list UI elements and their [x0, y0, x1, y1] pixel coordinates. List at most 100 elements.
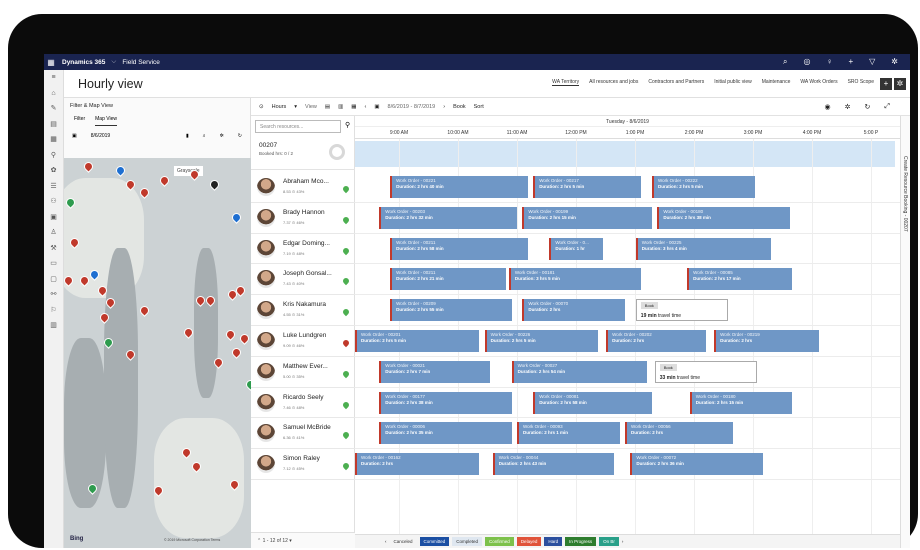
- tab-initial-public-view[interactable]: Initial public view: [714, 79, 752, 86]
- work-order-booking[interactable]: Work Order - 00217 Duration: 2 hrs 5 min: [533, 176, 642, 198]
- timeline-row[interactable]: Work Order - 00006 Duration: 2 hrs 35 min…: [355, 418, 900, 450]
- sort-button[interactable]: Sort: [474, 104, 484, 110]
- schedule-icon[interactable]: ▦: [44, 132, 63, 148]
- timeline-row[interactable]: Work Order - 00201 Duration: 2 hrs 5 min W…: [355, 326, 900, 357]
- resource-row[interactable]: Joseph Gonsal... 7.43 ⊙ 40%: [251, 264, 355, 296]
- map-pin-icon[interactable]: [82, 160, 95, 173]
- resource-row[interactable]: Matthew Ever... 5.00 ⊙ 35%: [251, 357, 355, 388]
- settings-button[interactable]: ✲: [894, 78, 906, 90]
- add-tab-button[interactable]: +: [880, 78, 892, 90]
- people-icon[interactable]: ⚇: [44, 194, 63, 210]
- map-pin-icon[interactable]: [158, 174, 171, 187]
- search-icon[interactable]: ⌕: [203, 133, 206, 139]
- timeline-row[interactable]: Work Order - 00221 Duration: 2 hrs 40 min…: [355, 172, 900, 203]
- resource-row[interactable]: Abraham Mco... 8.53 ⊙ 43%: [251, 172, 355, 203]
- tab-contractors-and-partners[interactable]: Contractors and Partners: [648, 79, 704, 86]
- gear-icon[interactable]: ✿: [44, 163, 63, 179]
- timeline-row[interactable]: Work Order - 00021 Duration: 2 hrs 7 min W…: [355, 357, 900, 388]
- create-booking-label[interactable]: Create Resource Booking - 00207: [902, 156, 908, 232]
- work-order-booking[interactable]: Work Order - 00044 Duration: 2 hrs 43 min: [492, 453, 615, 476]
- app-name[interactable]: Dynamics 365: [62, 59, 105, 66]
- doc-icon[interactable]: ▭: [44, 256, 63, 272]
- book-button[interactable]: Book: [453, 104, 466, 110]
- tab-wa-territory[interactable]: WA Territory: [552, 79, 580, 86]
- work-order-booking[interactable]: Work Order - 00070 Duration: 2 hrs: [522, 299, 625, 322]
- module-name[interactable]: Field Service: [122, 59, 160, 66]
- gear-icon[interactable]: ✲: [845, 103, 851, 111]
- timeline-row[interactable]: Work Order - 00177 Duration: 2 hrs 38 min…: [355, 388, 900, 419]
- list-view-icon[interactable]: ▤: [325, 104, 330, 110]
- table-icon[interactable]: ▥: [44, 318, 63, 334]
- person-icon[interactable]: ♙: [44, 225, 63, 241]
- work-order-booking[interactable]: Work Order - 00021 Duration: 2 hrs 7 min: [379, 360, 490, 383]
- pin-icon[interactable]: ⚲: [345, 121, 350, 129]
- work-order-booking[interactable]: Work Order - 00203 Duration: 2 hrs 32 min: [379, 206, 517, 229]
- work-order-booking[interactable]: Work Order - 00006 Duration: 2 hrs 35 min: [379, 422, 512, 445]
- tab-wa-work-orders[interactable]: WA Work Orders: [800, 79, 837, 86]
- grid-view-icon[interactable]: ▦: [351, 104, 356, 110]
- board-view-icon[interactable]: ▥: [338, 104, 343, 110]
- map-pin-icon[interactable]: [230, 346, 243, 359]
- work-order-booking[interactable]: Work Order - 00222 Duration: 2 hrs 5 min: [652, 176, 755, 198]
- map-pin-icon[interactable]: [208, 178, 221, 191]
- map-pin-icon[interactable]: [224, 328, 237, 341]
- requirement-card[interactable]: 00207 Booked hrs: 0 / 2: [251, 138, 355, 170]
- map-pin-icon[interactable]: [138, 304, 151, 317]
- travel-time-slot[interactable]: Book 33 min travel time: [654, 360, 758, 383]
- search-resources-input[interactable]: Search resources...: [255, 120, 341, 133]
- work-order-booking[interactable]: Work Order - 00181 Duration: 3 hrs 5 min: [508, 268, 642, 291]
- gear-icon[interactable]: ✲: [220, 133, 224, 139]
- work-order-booking[interactable]: Work Order - 00027 Duration: 2 hrs 54 min: [511, 360, 647, 383]
- work-order-booking[interactable]: Work Order - 00226 Duration: 2 hrs 5 min: [484, 330, 598, 352]
- calendar-icon[interactable]: ▣: [44, 210, 63, 226]
- refresh-icon[interactable]: ↻: [865, 103, 871, 111]
- map-view[interactable]: Grayscale Bing © 2019 Microsoft Corporat…: [64, 158, 251, 548]
- menu-icon[interactable]: ≡: [44, 70, 63, 86]
- requirement-bar[interactable]: [355, 141, 895, 167]
- work-order-booking[interactable]: Work Order - 00177 Duration: 2 hrs 38 min: [379, 391, 512, 414]
- resource-row[interactable]: Kris Nakamura 4.55 ⊙ 31%: [251, 295, 355, 326]
- tab-map-view[interactable]: Map View: [95, 116, 117, 126]
- work-order-booking[interactable]: Work Order - 00211 Duration: 2 hrs 21 min: [390, 268, 507, 291]
- work-order-booking[interactable]: Work Order - 00202 Duration: 2 hrs: [606, 330, 706, 352]
- list-icon[interactable]: ☰: [44, 179, 63, 195]
- map-pin-icon[interactable]: [114, 164, 127, 177]
- waffle-icon[interactable]: ▦: [44, 58, 58, 67]
- timeline-row[interactable]: Work Order - 00162 Duration: 2 hrs Work Or…: [355, 449, 900, 480]
- work-order-booking[interactable]: Work Order - 00162 Duration: 2 hrs: [355, 453, 480, 476]
- prev-icon[interactable]: ‹: [385, 539, 387, 544]
- map-pin-icon[interactable]: [244, 378, 251, 391]
- chevron-down-icon[interactable]: ▾: [294, 104, 297, 110]
- work-order-booking[interactable]: Work Order - 00209 Duration: 2 hrs 55 min: [390, 299, 512, 322]
- book-button[interactable]: Book: [659, 363, 677, 371]
- map-pin-icon[interactable]: [238, 332, 251, 345]
- schedule-timeline[interactable]: Tuesday - 8/6/2019 9:00 AM 10:00 AM 11:00 …: [355, 116, 900, 548]
- resource-row[interactable]: Ricardo Seely 7.46 ⊙ 48%: [251, 388, 355, 419]
- tab-all-resources-and-jobs[interactable]: All resources and jobs: [589, 79, 638, 86]
- calendar-icon[interactable]: ▣: [374, 104, 379, 110]
- trash-icon[interactable]: ▮: [186, 133, 189, 139]
- work-order-booking[interactable]: Work Order - 0... Duration: 1 hr: [549, 237, 604, 260]
- work-order-booking[interactable]: Work Order - 00056 Duration: 2 hrs: [625, 422, 733, 445]
- tab-maintenance[interactable]: Maintenance: [762, 79, 791, 86]
- next-icon[interactable]: ›: [443, 104, 445, 110]
- tree-icon[interactable]: ⚐: [44, 303, 63, 319]
- book-button[interactable]: Book: [640, 302, 658, 310]
- lightbulb-icon[interactable]: ♀: [826, 57, 832, 67]
- target-icon[interactable]: ◎: [803, 57, 810, 67]
- filter-icon[interactable]: ▽: [869, 57, 875, 67]
- map-pin-icon[interactable]: [230, 211, 243, 224]
- calendar-icon[interactable]: ▣: [72, 133, 77, 139]
- work-order-booking[interactable]: Work Order - 00199 Duration: 2 hrs 15 min: [522, 206, 652, 229]
- work-order-booking[interactable]: Work Order - 00081 Duration: 2 hrs 58 min: [533, 391, 652, 414]
- work-order-booking[interactable]: Work Order - 00201 Duration: 2 hrs 5 min: [355, 330, 480, 352]
- map-pin-icon[interactable]: [182, 326, 195, 339]
- refresh-icon[interactable]: ↻: [238, 133, 242, 139]
- timeline-row[interactable]: Work Order - 00209 Duration: 2 hrs 55 min…: [355, 295, 900, 326]
- timeline-row[interactable]: Work Order - 00203 Duration: 2 hrs 32 min…: [355, 203, 900, 234]
- search-icon[interactable]: ⌕: [783, 57, 787, 67]
- work-order-booking[interactable]: Work Order - 00211 Duration: 2 hrs 58 min: [390, 237, 528, 260]
- expand-icon[interactable]: ⤢: [884, 103, 890, 111]
- pin-icon[interactable]: ✎: [44, 101, 63, 117]
- tab-sro-scope[interactable]: SRO Scope: [848, 79, 874, 86]
